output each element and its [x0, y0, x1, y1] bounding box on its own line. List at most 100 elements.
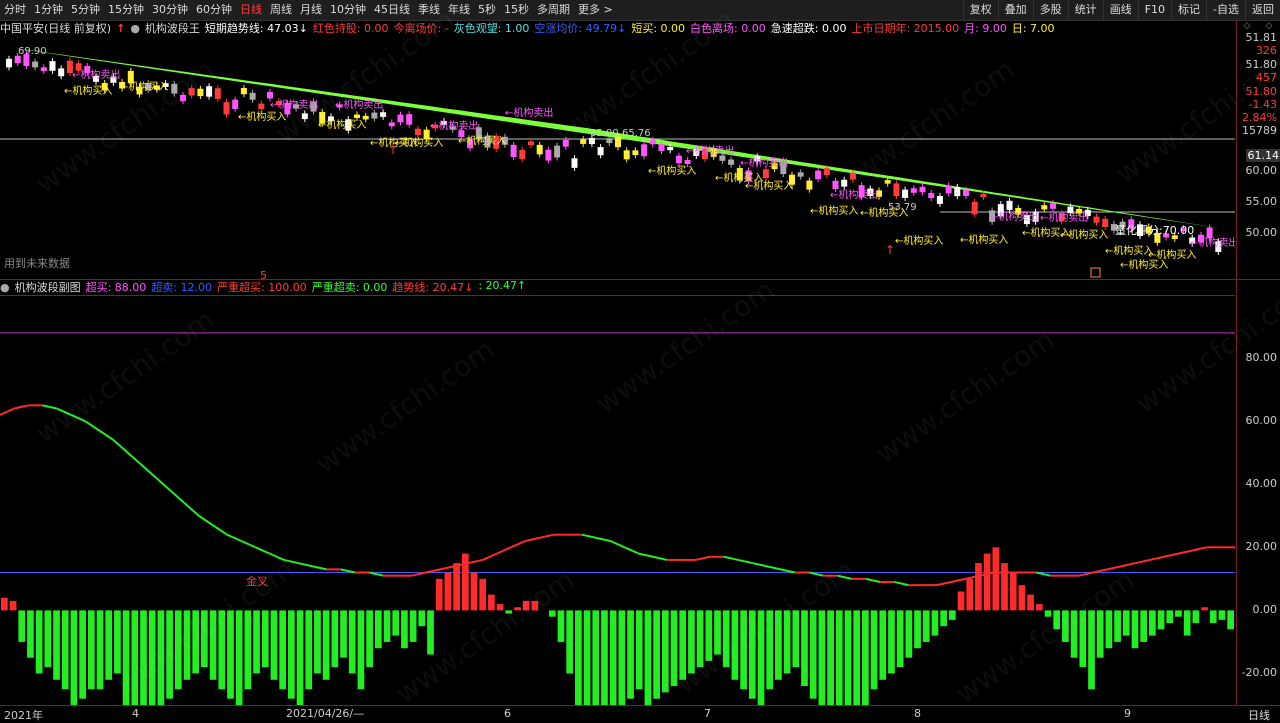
oscillator-bar — [201, 610, 208, 667]
sub-indicator-name[interactable]: 机构波段副图 — [15, 279, 81, 295]
oscillator-bar — [497, 604, 504, 610]
trend-line-segment — [440, 566, 454, 569]
oscillator-bar — [1027, 595, 1034, 611]
buy-signal-label: ←机构买入 — [1105, 244, 1153, 257]
buy-signal-label: ←机构买入 — [960, 233, 1008, 246]
diamond-icon[interactable]: ◇ — [1266, 21, 1273, 35]
tab-period-15[interactable]: 多周期 — [533, 0, 574, 20]
indicator-value-8: 上市日期年: 2015.00 — [851, 20, 959, 36]
oscillator-bar — [784, 610, 791, 673]
buy-arrow-icon: ↑ — [885, 243, 895, 257]
high-price-label: 69.90 — [18, 46, 47, 57]
tab-period-16[interactable]: 更多 > — [574, 0, 617, 20]
tab-period-12[interactable]: 年线 — [444, 0, 474, 20]
osc-tick: -20.00 — [1242, 666, 1277, 679]
oscillator-bar — [218, 610, 225, 689]
price-tick: 55.00 — [1246, 195, 1278, 208]
tab-period-1[interactable]: 1分钟 — [30, 0, 67, 20]
trend-line-segment — [1164, 554, 1178, 557]
indicator-value-2: 今离场价: - — [394, 20, 449, 36]
toolbar-button-6[interactable]: 标记 — [1171, 0, 1206, 20]
toolbar-button-0[interactable]: 复权 — [963, 0, 998, 20]
price-tick: 15789 — [1242, 124, 1277, 137]
buy-signal-label: ←机构买入 — [395, 136, 443, 149]
toolbar-button-8[interactable]: 返回 — [1245, 0, 1280, 20]
oscillator-bar — [1, 598, 8, 611]
oscillator-bar — [1106, 610, 1113, 648]
main-chart-pane[interactable]: ←机构卖出←机构买入←机构买入←机构卖出←机构卖出←机构买入←机构买入←机构买入… — [0, 36, 1235, 279]
oscillator-bar — [471, 573, 478, 611]
osc-tick: 60.00 — [1246, 414, 1278, 427]
tab-period-5[interactable]: 60分钟 — [192, 0, 236, 20]
trend-line-segment — [767, 566, 781, 569]
tab-period-14[interactable]: 15秒 — [500, 0, 533, 20]
buy-signal-label: ←机构买入 — [64, 84, 112, 97]
oscillator-bar — [549, 610, 556, 616]
score-label: 量化评分:70.00 — [1115, 223, 1194, 237]
toolbar-button-3[interactable]: 统计 — [1068, 0, 1103, 20]
price-label: 53.79 — [888, 202, 917, 213]
trend-line-segment — [696, 557, 710, 560]
tab-period-7[interactable]: 周线 — [266, 0, 296, 20]
settings-icon[interactable]: ● — [0, 281, 10, 294]
tab-period-4[interactable]: 30分钟 — [148, 0, 192, 20]
tab-period-3[interactable]: 15分钟 — [104, 0, 148, 20]
trend-line-segment — [14, 405, 28, 408]
oscillator-bar — [375, 610, 382, 648]
trend-line-segment — [1178, 550, 1192, 553]
toolbar-button-4[interactable]: 画线 — [1103, 0, 1138, 20]
price-tick: 60.00 — [1246, 164, 1278, 177]
oscillator-bar — [992, 547, 999, 610]
tab-period-6[interactable]: 日线 — [236, 0, 266, 20]
oscillator-bar — [445, 573, 452, 611]
oscillator-bar — [975, 563, 982, 610]
oscillator-bar — [1001, 563, 1008, 610]
trend-line-segment — [213, 525, 227, 534]
oscillator-bar — [888, 610, 895, 673]
indicator-name[interactable]: 机构波段王 — [145, 20, 200, 36]
stock-title: 中国平安(日线 前复权) — [0, 20, 111, 36]
oscillator-bar — [558, 610, 565, 642]
oscillator-bar — [853, 610, 860, 705]
indicator-value-4: 空涨均价: 49.79↓ — [534, 20, 626, 36]
oscillator-pane[interactable]: 金叉 — [0, 295, 1235, 705]
oscillator-bar — [914, 610, 921, 648]
price-tick: 457 — [1256, 71, 1277, 84]
diamond-icon[interactable]: ◇ — [1244, 21, 1251, 35]
oscillator-bar — [897, 610, 904, 667]
trend-line-segment — [639, 554, 653, 557]
oscillator-bar — [44, 610, 51, 667]
oscillator-bar — [679, 610, 686, 679]
oscillator-bar — [331, 610, 338, 667]
trend-line-segment — [838, 576, 852, 579]
buy-signal-label: ←机构买入 — [238, 110, 286, 123]
price-chart[interactable]: ←机构卖出←机构买入←机构买入←机构卖出←机构卖出←机构买入←机构买入←机构买入… — [0, 36, 1235, 279]
oscillator-bar — [288, 610, 295, 698]
tab-period-10[interactable]: 45日线 — [370, 0, 414, 20]
oscillator-bar — [79, 610, 86, 698]
price-tick: 2.84% — [1242, 111, 1277, 124]
toolbar-button-1[interactable]: 叠加 — [998, 0, 1033, 20]
oscillator-chart[interactable]: 金叉 — [0, 295, 1235, 705]
oscillator-bar — [453, 563, 460, 610]
trend-line-segment — [1192, 547, 1206, 550]
tab-period-13[interactable]: 5秒 — [474, 0, 500, 20]
toolbar-button-7[interactable]: -自选 — [1206, 0, 1245, 20]
tab-period-2[interactable]: 5分钟 — [67, 0, 104, 20]
tab-period-0[interactable]: 分时 — [0, 0, 30, 20]
oscillator-bar — [505, 610, 512, 613]
toolbar-button-5[interactable]: F10 — [1138, 0, 1171, 20]
price-tick: 51.80 — [1246, 85, 1278, 98]
trend-line-segment — [0, 409, 14, 415]
tab-period-9[interactable]: 10分钟 — [326, 0, 370, 20]
tab-period-8[interactable]: 月线 — [296, 0, 326, 20]
trend-line-segment — [284, 560, 298, 563]
tab-period-11[interactable]: 季线 — [414, 0, 444, 20]
settings-icon[interactable]: ● — [130, 22, 140, 35]
oscillator-bar — [1123, 610, 1130, 635]
oscillator-bar — [792, 610, 799, 667]
toolbar-button-2[interactable]: 多股 — [1033, 0, 1068, 20]
oscillator-bar — [1175, 610, 1182, 616]
price-label: 65.76 — [622, 128, 651, 139]
sell-signal-label: ←机构卖出 — [335, 98, 383, 111]
